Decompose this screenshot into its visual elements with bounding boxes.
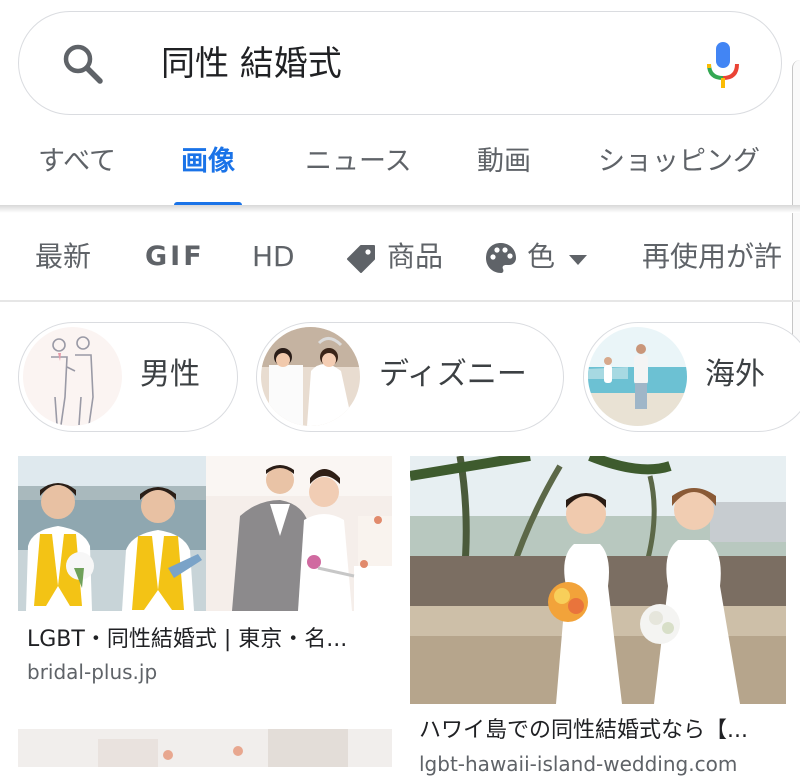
result-title-1[interactable]: LGBT・同性結婚式 | 東京・名... [27, 625, 387, 655]
chip-thumbnail-disney [261, 327, 360, 426]
result-image-1[interactable] [18, 456, 392, 611]
chip-label: ディズニー [379, 357, 527, 392]
filters-divider [0, 300, 800, 302]
palette-icon [486, 243, 516, 273]
chip-label: 男性 [140, 357, 200, 392]
filter-bar: 最新 GIF HD 商品 色 再使用が許 [0, 226, 800, 290]
result-source-2: lgbt-hawaii-island-wedding.com [419, 752, 738, 776]
tab-videos[interactable]: 動画 [477, 144, 531, 180]
tab-all[interactable]: すべて [38, 144, 116, 180]
filter-products[interactable]: 商品 [387, 238, 443, 276]
related-chip-men[interactable]: 男性 [18, 322, 238, 432]
search-input[interactable]: 同性 結婚式 [161, 42, 342, 86]
filter-reuse[interactable]: 再使用が許 [642, 238, 782, 276]
related-chip-overseas[interactable]: 海外 [583, 322, 800, 432]
result-source-1: bridal-plus.jp [27, 660, 158, 684]
search-icon[interactable] [59, 40, 107, 88]
chip-thumbnail-men [23, 327, 122, 426]
filter-latest[interactable]: 最新 [35, 238, 91, 276]
filter-gif[interactable]: GIF [145, 238, 205, 276]
tab-images[interactable]: 画像 [181, 144, 235, 180]
result-image-2[interactable] [410, 456, 786, 704]
tab-news[interactable]: ニュース [305, 144, 412, 180]
caret-down-icon[interactable] [568, 254, 588, 266]
result-image-3[interactable] [18, 729, 392, 767]
search-tabs: すべて 画像 ニュース 動画 ショッピング [0, 130, 800, 208]
chip-label: 海外 [705, 357, 765, 392]
microphone-icon[interactable] [703, 38, 743, 94]
tab-shopping[interactable]: ショッピング [598, 144, 760, 180]
search-bar[interactable]: 同性 結婚式 [18, 11, 782, 115]
filter-hd[interactable]: HD [252, 238, 295, 276]
chip-thumbnail-overseas [588, 327, 687, 426]
related-chip-disney[interactable]: ディズニー [256, 322, 564, 432]
tag-icon [347, 245, 375, 273]
result-title-2[interactable]: ハワイ島での同性結婚式なら【... [419, 716, 779, 746]
filter-color[interactable]: 色 [527, 238, 555, 276]
tabs-shadow [0, 205, 800, 213]
